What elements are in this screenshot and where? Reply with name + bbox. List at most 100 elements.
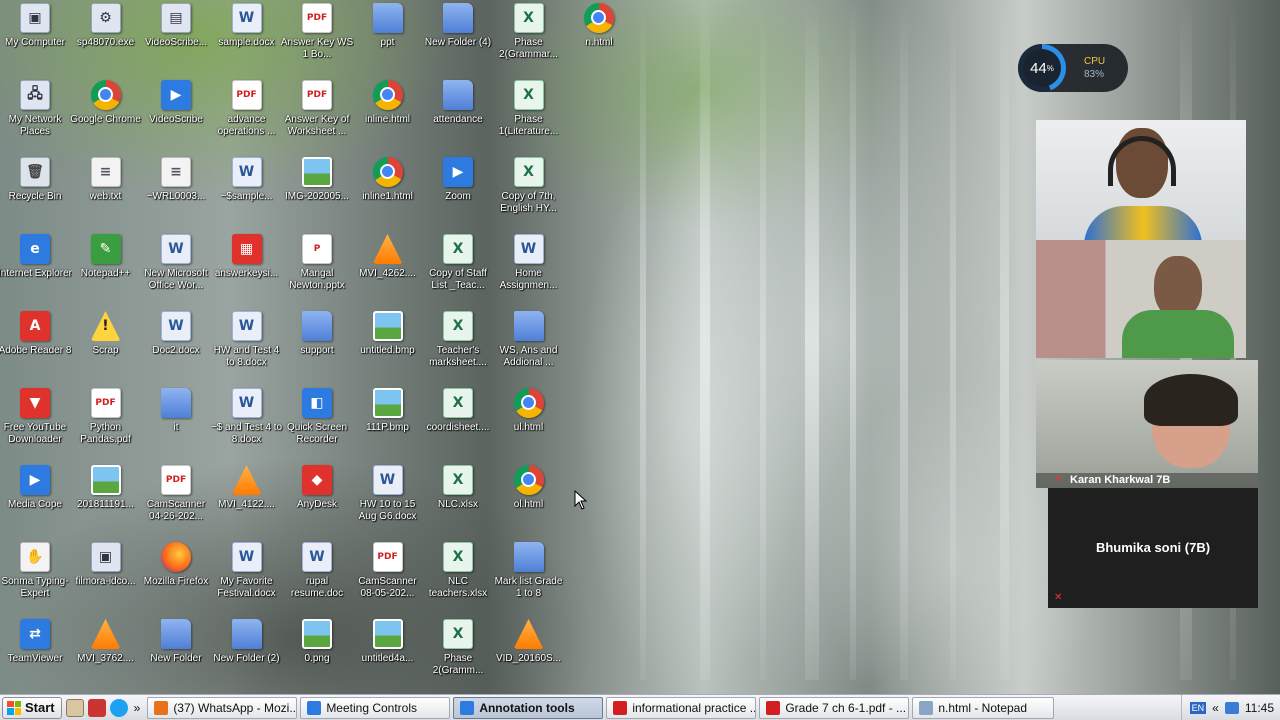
desktop-icon[interactable]: W ~$ and Test 4 to 8.docx xyxy=(210,385,284,457)
language-indicator[interactable]: EN xyxy=(1189,701,1207,714)
desktop-icon[interactable]: Wrupal resume.doc xyxy=(280,539,354,611)
desktop-icon[interactable]: New Folder (2) xyxy=(210,616,284,688)
desktop-icon[interactable]: it xyxy=(139,385,213,457)
desktop-icon[interactable]: New Folder (4) xyxy=(421,0,495,72)
desktop-icon[interactable]: ol.html xyxy=(492,462,566,534)
desktop-icon[interactable]: ▶ VideoScribe xyxy=(139,77,213,149)
desktop-icon[interactable]: ▣ My Computer xyxy=(0,0,72,72)
desktop-icon-label: Home Assignmen... xyxy=(499,268,558,291)
desktop-icon[interactable]: 0.png xyxy=(280,616,354,688)
desktop-icon[interactable]: W HW and Test 4 to 8.docx xyxy=(210,308,284,380)
task-app-icon xyxy=(154,700,169,715)
desktop-icon[interactable]: ▼ Free YouTube Downloader xyxy=(0,385,72,457)
desktop-icon[interactable]: e Internet Explorer xyxy=(0,231,72,303)
taskbar-task-button[interactable]: n.html - Notepad xyxy=(912,696,1055,719)
cpu-meter-widget[interactable]: 44% CPU 83% xyxy=(1018,44,1128,92)
desktop-icon[interactable]: W ~$sample... xyxy=(210,154,284,226)
desktop-icon[interactable]: W New Microsoft Office Wor... xyxy=(139,231,213,303)
desktop-icon[interactable]: ▤ VideoScribe... xyxy=(139,0,213,72)
desktop-icon[interactable]: VID_20160S... xyxy=(492,616,566,688)
desktop-icon[interactable]: W Doc2.docx xyxy=(139,308,213,380)
desktop-icon[interactable]: ! Scrap xyxy=(69,308,143,380)
taskbar-task-button[interactable]: Annotation tools xyxy=(453,696,604,719)
desktop-icon[interactable]: Mark list Grade 1 to 8 xyxy=(492,539,566,611)
desktop-icon[interactable]: ≡ web.txt xyxy=(69,154,143,226)
desktop-icon[interactable]: support xyxy=(280,308,354,380)
clock[interactable]: 11:45 xyxy=(1245,701,1274,715)
tray-expand-chevron[interactable]: « xyxy=(1212,701,1219,715)
desktop-icon[interactable]: MVI_3762.... xyxy=(69,616,143,688)
desktop-icon[interactable]: X NLC.xlsx xyxy=(421,462,495,534)
video-tile-participant-3[interactable]: Karan Kharkwal 7B ✕ xyxy=(1036,360,1258,488)
desktop-icon[interactable]: untitled.bmp xyxy=(351,308,425,380)
desktop-icon[interactable]: ≡ ~WRL0003... xyxy=(139,154,213,226)
desktop-icon[interactable]: Wsample.docx xyxy=(210,0,284,72)
desktop-icon[interactable]: Xcoordisheet.... xyxy=(421,385,495,457)
network-icon[interactable] xyxy=(1224,701,1239,714)
taskbar-task-button[interactable]: (37) WhatsApp - Mozi... xyxy=(147,696,298,719)
desktop-icon[interactable]: untitled4a... xyxy=(351,616,425,688)
desktop-icon[interactable]: 111P.bmp xyxy=(351,385,425,457)
desktop-icon[interactable]: ⚙ sp48070.exe xyxy=(69,0,143,72)
quicklaunch-more-chevron[interactable]: » xyxy=(134,701,141,715)
desktop-icon[interactable]: X Copy of 7th, English HY... xyxy=(492,154,566,226)
desktop-icon[interactable]: X Phase 2(Grammar... xyxy=(492,0,566,72)
desktop-icon[interactable]: W HW 10 to 15 Aug G6.docx xyxy=(351,462,425,534)
desktop-icon[interactable]: A Adobe Reader 8 xyxy=(0,308,72,380)
desktop-icon[interactable]: 201811191... xyxy=(69,462,143,534)
taskbar-task-button[interactable]: informational practice ... xyxy=(606,696,757,719)
desktop-icon[interactable]: inline1.html xyxy=(351,154,425,226)
pdf-file-icon: PDF xyxy=(231,80,262,110)
desktop-icon[interactable]: n.html xyxy=(562,0,636,72)
excel-file-icon: X xyxy=(443,619,473,649)
quicklaunch-recorder-icon[interactable] xyxy=(87,698,106,717)
quicklaunch-twitter-icon[interactable] xyxy=(109,698,128,717)
start-button[interactable]: Start xyxy=(2,696,62,719)
desktop-icon[interactable]: X Phase 2(Gramm... xyxy=(421,616,495,688)
desktop-icon[interactable]: PDF Python Pandas.pdf xyxy=(69,385,143,457)
desktop-icon[interactable]: ▦ answerkeysi... xyxy=(210,231,284,303)
desktop-icon[interactable]: PDF CamScanner 08-05-202... xyxy=(351,539,425,611)
desktop-icon[interactable]: PDF Answer Key WS 1 Bo... xyxy=(280,0,354,72)
desktop-icon[interactable]: ▣ filmora-idco... xyxy=(69,539,143,611)
desktop-icon[interactable]: ppt xyxy=(351,0,425,72)
desktop-icon[interactable]: ◧ Quick Screen Recorder xyxy=(280,385,354,457)
desktop-icon[interactable]: X Teacher's marksheet.... xyxy=(421,308,495,380)
desktop-icon[interactable]: New Folder xyxy=(139,616,213,688)
desktop-icon[interactable]: PDF advance operations ... xyxy=(210,77,284,149)
desktop-icon[interactable]: MVI_4262.... xyxy=(351,231,425,303)
video-tile-participant-4[interactable]: Bhumika soni (7B) ✕ xyxy=(1048,488,1258,608)
desktop-icon[interactable]: ✎ Notepad++ xyxy=(69,231,143,303)
taskbar-task-button[interactable]: Meeting Controls xyxy=(300,696,451,719)
desktop-icon-label: 0.png xyxy=(304,653,330,664)
desktop-icon[interactable]: Mozilla Firefox xyxy=(139,539,213,611)
taskbar-task-button[interactable]: Grade 7 ch 6-1.pdf - ... xyxy=(759,696,910,719)
desktop-icon[interactable]: ul.html xyxy=(492,385,566,457)
desktop-icon[interactable]: 🖧 My Network Places xyxy=(0,77,72,149)
desktop-icon[interactable]: ⇄ TeamViewer xyxy=(0,616,72,688)
desktop-icon[interactable]: inline.html xyxy=(351,77,425,149)
desktop-icon-label: Free YouTube Downloader xyxy=(3,422,67,445)
desktop-icon[interactable]: 🗑 Recycle Bin xyxy=(0,154,72,226)
desktop-icon[interactable]: MVI_4122.... xyxy=(210,462,284,534)
video-tile-participant-2[interactable] xyxy=(1036,240,1246,358)
desktop-icon[interactable]: W My Favorite Festival.docx xyxy=(210,539,284,611)
desktop-icon[interactable]: IMG-202005... xyxy=(280,154,354,226)
desktop-icon[interactable]: X NLC teachers.xlsx xyxy=(421,539,495,611)
desktop-icon[interactable]: ◆ AnyDesk xyxy=(280,462,354,534)
quicklaunch-editor-icon[interactable] xyxy=(65,698,84,717)
desktop-icon[interactable]: X Phase 1(Literature... xyxy=(492,77,566,149)
desktop-icon[interactable]: Google Chrome xyxy=(69,77,143,149)
desktop-icon[interactable]: ✋ Sonma Typing-Expert xyxy=(0,539,72,611)
desktop-icon[interactable]: PDF Answer Key of Worksheet ... xyxy=(280,77,354,149)
desktop-icon[interactable]: ▶ Media Cope xyxy=(0,462,72,534)
desktop-icon[interactable]: attendance xyxy=(421,77,495,149)
desktop-icon[interactable]: W Home Assignmen... xyxy=(492,231,566,303)
desktop-icon[interactable]: PDF CamScanner 04-26-202... xyxy=(139,462,213,534)
desktop-icon[interactable]: ▶ Zoom xyxy=(421,154,495,226)
desktop-icon[interactable]: P Mangal Newton.pptx xyxy=(280,231,354,303)
video-tile-host[interactable] xyxy=(1036,120,1246,240)
desktop-icon-label: Mozilla Firefox xyxy=(143,576,209,587)
desktop-icon[interactable]: X Copy of Staff List _Teac... xyxy=(421,231,495,303)
desktop-icon[interactable]: WS, Ans and Addional ... xyxy=(492,308,566,380)
